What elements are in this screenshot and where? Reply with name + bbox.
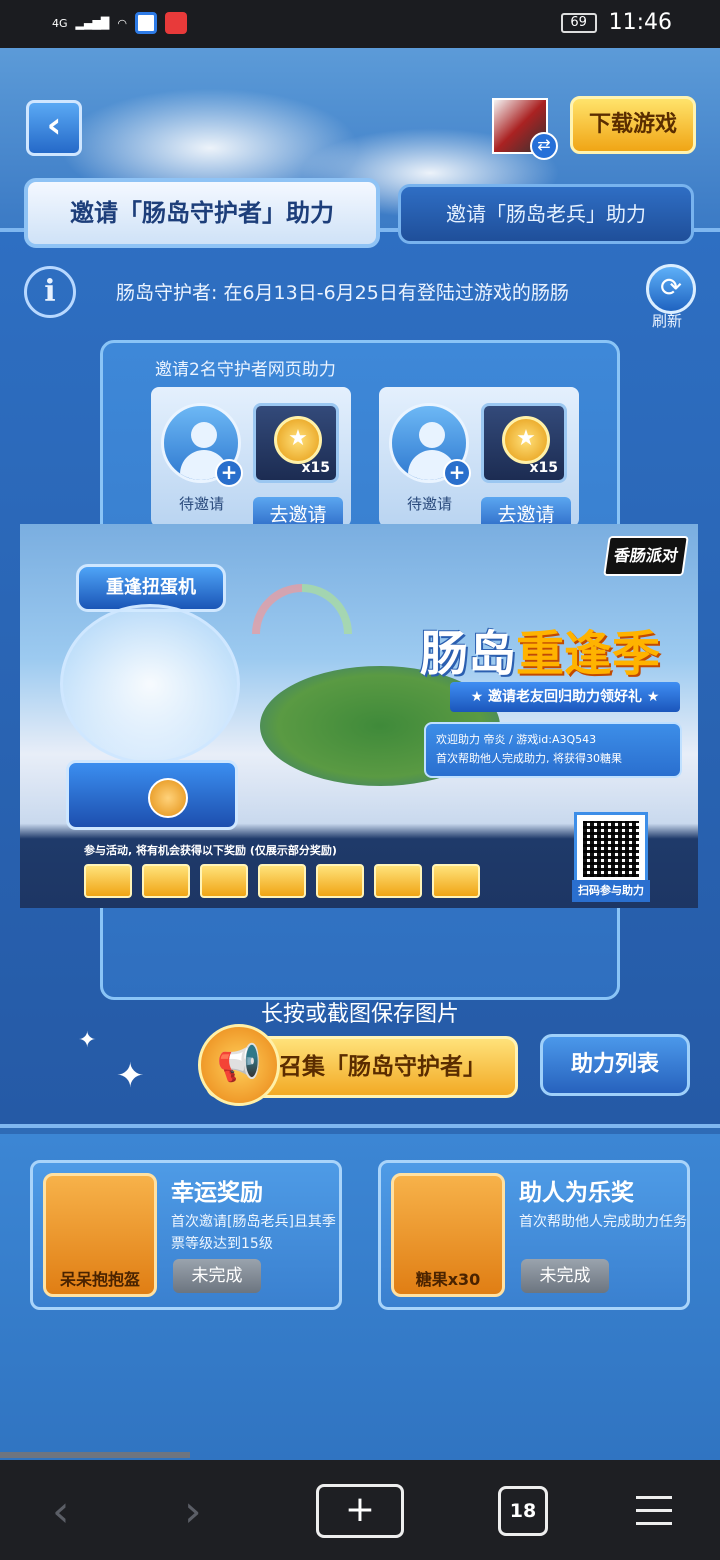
slot-status: 待邀请 <box>179 495 225 513</box>
invite-slot: + ★ x15 待邀请 去邀请 <box>379 387 579 533</box>
reward-item-name: 糖果x30 <box>415 1270 481 1289</box>
browser-nav-bar: ‹ › + 18 <box>0 1460 720 1560</box>
refresh-label: 刷新 <box>652 312 683 330</box>
reward-desc: 首次帮助他人完成助力任务 <box>519 1214 687 1230</box>
status-left: 4G ▂▄▆█ ◠ <box>52 12 187 34</box>
poster-title-part1: 肠岛 <box>420 626 517 682</box>
scroll-indicator <box>0 1452 190 1458</box>
reward-status-button[interactable]: 未完成 <box>521 1259 609 1293</box>
star-coin-icon: ★ <box>502 416 550 464</box>
reward-status-button[interactable]: 未完成 <box>173 1259 261 1293</box>
reward-item-icon <box>200 864 248 898</box>
battery-icon: 69 <box>560 12 597 33</box>
poster-subtitle: ★ 邀请老友回归助力领好礼 ★ <box>450 682 680 712</box>
rewards-area: 呆呆抱抱盔 幸运奖励 首次邀请[肠岛老兵]且其季票等级达到15级 未完成 糖果x… <box>0 1134 720 1460</box>
items-note: 参与活动, 将有机会获得以下奖励 (仅展示部分奖励) <box>84 844 337 857</box>
welcome-box: 欢迎助力 帝炎 / 游戏id:A3Q543 首次帮助他人完成助力, 将获得30糖… <box>424 722 682 778</box>
qr-code <box>574 812 648 886</box>
star-coin-icon: ★ <box>274 416 322 464</box>
news-app-icon <box>164 12 187 34</box>
slot-status: 待邀请 <box>407 495 453 513</box>
reward-item-icon <box>142 864 190 898</box>
invite-slot: + ★ x15 待邀请 去邀请 <box>151 387 351 533</box>
reward-qty: x15 <box>529 460 558 476</box>
reward-item-icon <box>316 864 364 898</box>
refresh-button[interactable]: ⟳ <box>646 264 696 314</box>
plus-icon: + <box>215 459 243 487</box>
gacha-globe <box>60 604 240 764</box>
info-row: i 肠岛守护者: 在6月13日-6月25日有登陆过游戏的肠肠 ⟳ <box>0 258 720 328</box>
network-label: 4G <box>52 16 68 30</box>
status-bar: 4G ▂▄▆█ ◠ 69 11:46 <box>0 0 720 48</box>
app-notification-icon <box>134 12 157 34</box>
poster-title: 肠岛重逢季 <box>420 614 660 684</box>
plus-icon: + <box>443 459 471 487</box>
reward-item-name: 呆呆抱抱盔 <box>59 1270 140 1289</box>
welcome-line: 首次帮助他人完成助力, 将获得30糖果 <box>436 752 622 765</box>
forward-arrow-icon[interactable]: › <box>184 1486 202 1537</box>
new-tab-button[interactable]: + <box>316 1484 404 1538</box>
reward-tile: ★ x15 <box>481 403 567 483</box>
reward-item-icon <box>432 864 480 898</box>
gacha-machine-image: 重逢扭蛋机 <box>60 564 250 830</box>
megaphone-icon: 📢 <box>198 1024 280 1106</box>
reward-title: 助人为乐奖 <box>519 1180 634 1206</box>
helmet-reward-image: 呆呆抱抱盔 <box>43 1173 157 1297</box>
tab-veteran[interactable]: 邀请「肠岛老兵」助力 <box>398 184 694 244</box>
share-poster[interactable]: 重逢扭蛋机 香肠派对 肠岛重逢季 ★ 邀请老友回归助力领好礼 ★ 欢迎助力 帝炎… <box>20 524 698 908</box>
sparkle-icon: ✦ <box>78 1028 97 1053</box>
reward-card-lucky: 呆呆抱抱盔 幸运奖励 首次邀请[肠岛老兵]且其季票等级达到15级 未完成 <box>30 1160 342 1310</box>
tab-count-button[interactable]: 18 <box>498 1486 548 1536</box>
back-button[interactable]: ‹ <box>26 100 82 156</box>
reward-item-icon <box>374 864 422 898</box>
invite-title: 邀请2名守护者网页助力 <box>155 360 336 380</box>
reward-desc: 首次邀请[肠岛老兵]且其季票等级达到15级 <box>171 1214 336 1252</box>
download-game-button[interactable]: 下载游戏 <box>570 96 696 154</box>
menu-icon[interactable] <box>636 1496 672 1526</box>
save-image-tip: 长按或截图保存图片 <box>260 1002 459 1027</box>
clock: 11:46 <box>608 10 672 35</box>
tab-guardian[interactable]: 邀请「肠岛守护者」助力 <box>24 178 380 248</box>
reward-title: 幸运奖励 <box>171 1180 263 1206</box>
reward-qty: x15 <box>301 460 330 476</box>
gacha-knob <box>148 778 188 818</box>
reward-card-helper: 糖果x30 助人为乐奖 首次帮助他人完成助力任务 未完成 <box>378 1160 690 1310</box>
back-arrow-icon[interactable]: ‹ <box>52 1486 70 1537</box>
info-text: 肠岛守护者: 在6月13日-6月25日有登陆过游戏的肠肠 <box>116 282 569 304</box>
signal-icon: ▂▄▆█ <box>75 16 110 30</box>
candy-reward-image: 糖果x30 <box>391 1173 505 1297</box>
wifi-icon: ◠ <box>117 16 127 30</box>
sparkle-icon: ✦ <box>116 1056 145 1096</box>
info-icon[interactable]: i <box>24 266 76 318</box>
reward-item-icon <box>84 864 132 898</box>
welcome-line: 欢迎助力 帝炎 / 游戏id:A3Q543 <box>436 733 597 746</box>
game-logo: 香肠派对 <box>603 536 689 576</box>
help-list-button[interactable]: 助力列表 <box>540 1034 690 1096</box>
qr-label: 扫码参与助力 <box>572 880 650 902</box>
reward-items-row <box>84 864 480 898</box>
reward-item-icon <box>258 864 306 898</box>
switch-account-icon[interactable]: ⇄ <box>530 132 558 160</box>
reward-tile: ★ x15 <box>253 403 339 483</box>
status-right: 69 11:46 <box>560 10 672 35</box>
poster-title-part2: 重逢季 <box>516 626 661 682</box>
